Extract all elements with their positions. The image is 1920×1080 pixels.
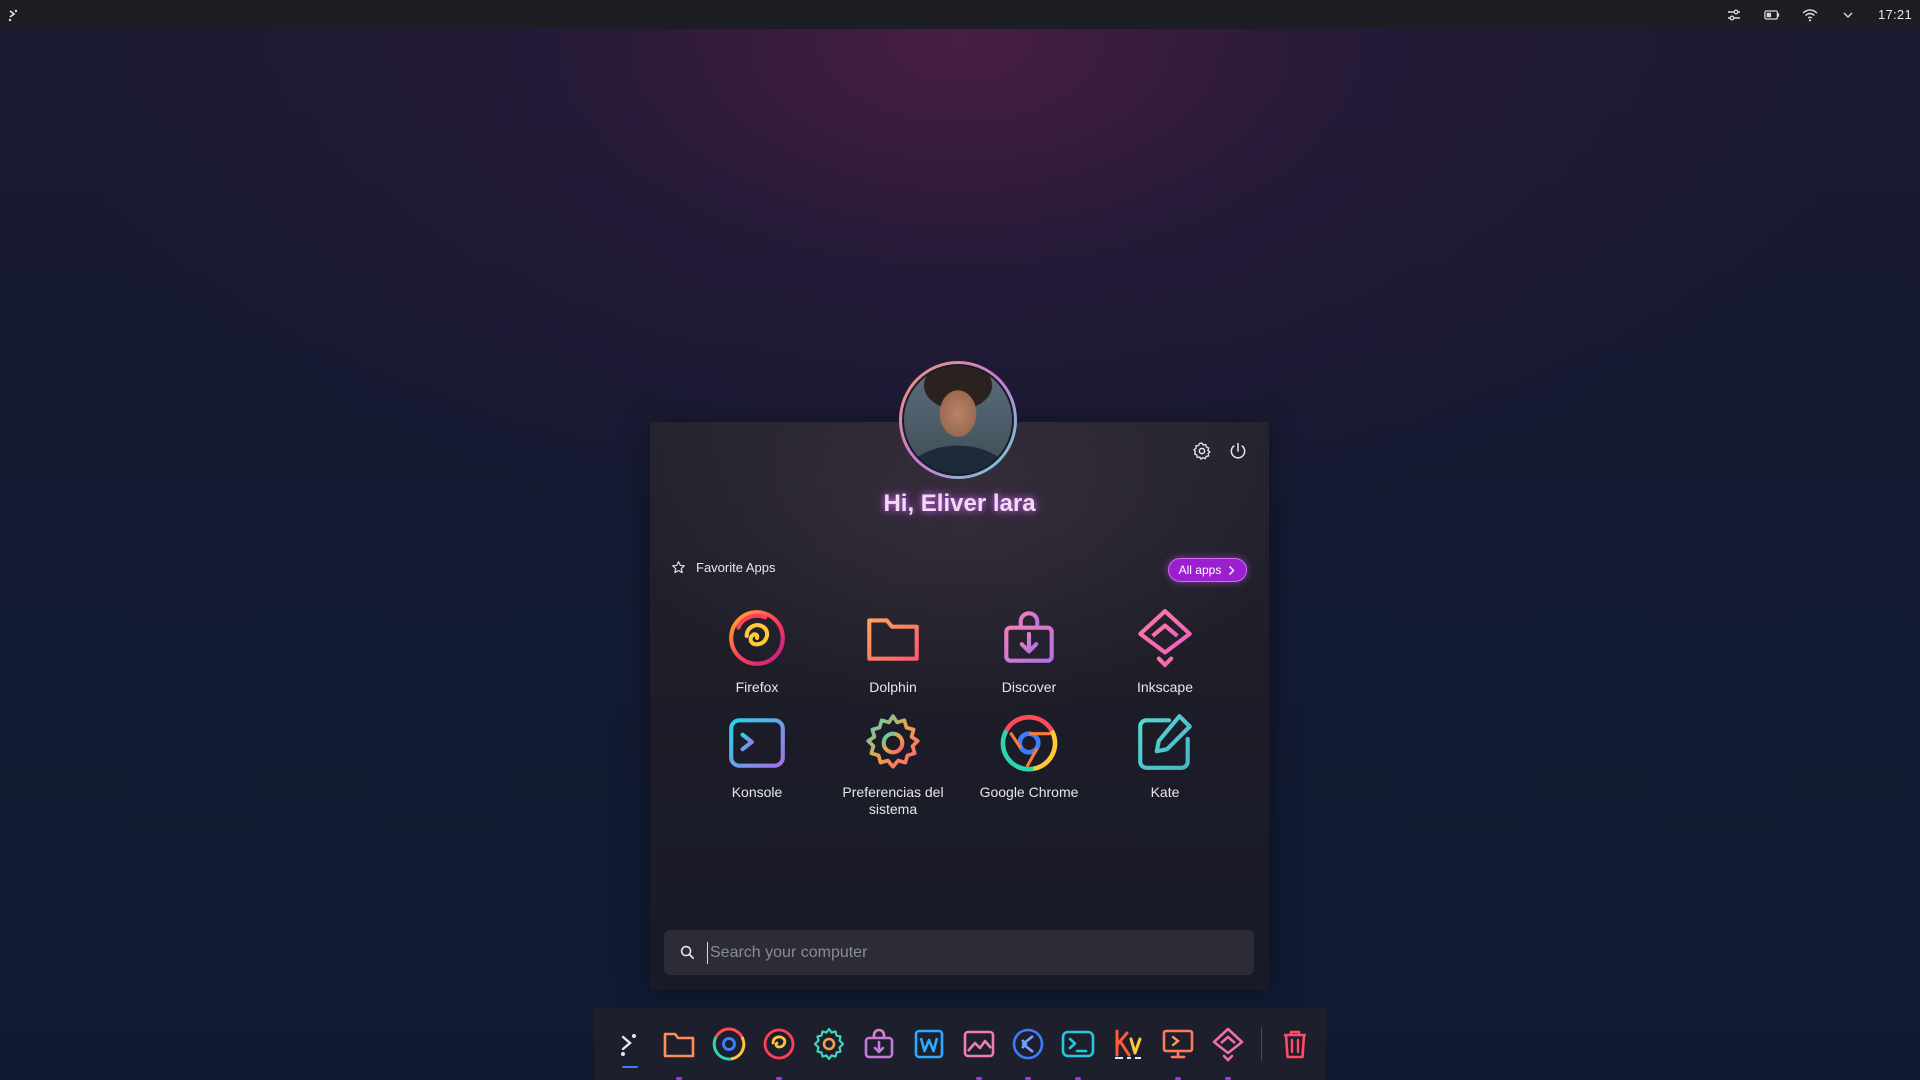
dock-discover[interactable] — [858, 1022, 900, 1066]
app-inkscape[interactable]: Inkscape — [1097, 605, 1233, 696]
power-button[interactable] — [1227, 440, 1249, 462]
app-label: Preferencias del sistema — [842, 784, 944, 817]
gear-icon — [1193, 442, 1211, 460]
kvantum-icon — [1115, 1029, 1142, 1059]
favorites-header: Favorite Apps — [671, 560, 776, 575]
active-indicator — [622, 1066, 638, 1068]
power-icon — [1230, 442, 1246, 459]
dock-separator — [1261, 1027, 1263, 1061]
gear-icon — [813, 1027, 844, 1061]
image-viewer-icon — [963, 1030, 994, 1058]
app-konsole[interactable]: Konsole — [689, 710, 825, 818]
dock-system-settings[interactable] — [808, 1022, 850, 1066]
favorites-title: Favorite Apps — [696, 560, 776, 575]
clock[interactable]: 17:21 — [1878, 7, 1912, 22]
dock-writer[interactable] — [908, 1022, 950, 1066]
wifi-icon[interactable] — [1802, 7, 1818, 23]
vscode-icon — [1013, 1028, 1044, 1060]
chevron-right-icon — [1229, 565, 1235, 575]
app-label: Google Chrome — [979, 784, 1079, 800]
folder-icon — [867, 618, 919, 661]
greeting-title: Hi, Eliver lara — [883, 490, 1036, 517]
star-icon — [672, 561, 685, 574]
firefox-icon — [729, 610, 785, 666]
favorite-apps-grid: Firefox Dolphin Discover Inkscape Konsol… — [689, 605, 1233, 818]
search-input[interactable] — [707, 941, 1254, 964]
app-kate[interactable]: Kate — [1097, 710, 1233, 818]
folder-icon — [663, 1032, 695, 1058]
presentation-icon — [1162, 1029, 1194, 1059]
gear-icon — [866, 714, 920, 769]
terminal-icon — [1062, 1030, 1095, 1058]
dock-presentation[interactable] — [1157, 1022, 1199, 1080]
kate-icon — [1138, 714, 1192, 770]
dock-image-viewer[interactable] — [958, 1022, 1000, 1080]
chevron-down-icon[interactable] — [1840, 7, 1856, 23]
all-apps-label: All apps — [1178, 563, 1222, 577]
panel-actions — [1191, 440, 1249, 462]
app-label: Discover — [1001, 679, 1057, 695]
inkscape-icon — [1212, 1027, 1244, 1062]
firefox-icon — [763, 1028, 795, 1060]
dock-dolphin[interactable] — [658, 1022, 700, 1080]
battery-icon[interactable] — [1764, 7, 1780, 23]
app-label: Dolphin — [869, 679, 917, 695]
top-panel: 17:21 — [0, 0, 1920, 29]
app-dolphin[interactable]: Dolphin — [825, 605, 961, 696]
dock-inkscape[interactable] — [1207, 1022, 1249, 1080]
search-icon — [680, 945, 694, 959]
dock-vscode[interactable] — [1008, 1022, 1050, 1080]
launcher-icon[interactable] — [6, 7, 22, 23]
dock-trash[interactable] — [1274, 1022, 1316, 1066]
all-apps-button[interactable]: All apps — [1168, 558, 1247, 582]
inkscape-icon — [1138, 609, 1192, 668]
chrome-icon — [712, 1027, 746, 1061]
settings-button[interactable] — [1191, 440, 1213, 462]
system-tray: 17:21 — [1726, 7, 1912, 23]
app-label: Kate — [1150, 784, 1180, 800]
app-discover[interactable]: Discover — [961, 605, 1097, 696]
trash-icon — [1284, 1030, 1307, 1059]
sliders-icon[interactable] — [1726, 7, 1742, 23]
dock-kvantum[interactable] — [1107, 1022, 1149, 1066]
dock-chrome[interactable] — [708, 1022, 750, 1066]
app-label: Firefox — [735, 679, 779, 695]
app-system-settings[interactable]: Preferencias del sistema — [825, 710, 961, 818]
discover-icon — [1004, 611, 1054, 663]
app-label: Inkscape — [1136, 679, 1194, 695]
dock — [594, 1008, 1326, 1080]
app-label: Konsole — [731, 784, 783, 800]
launcher-icon — [620, 1034, 636, 1056]
app-firefox[interactable]: Firefox — [689, 605, 825, 696]
terminal-icon — [729, 718, 785, 768]
discover-icon — [864, 1028, 893, 1059]
app-google-chrome[interactable]: Google Chrome — [961, 710, 1097, 818]
search-bar — [664, 930, 1254, 975]
dock-launcher[interactable] — [608, 1022, 650, 1068]
writer-icon — [914, 1029, 943, 1059]
dock-konsole[interactable] — [1057, 1022, 1099, 1080]
avatar-photo — [902, 364, 1014, 476]
dock-firefox[interactable] — [758, 1022, 800, 1080]
chrome-icon — [1000, 714, 1058, 772]
avatar[interactable] — [899, 361, 1017, 479]
